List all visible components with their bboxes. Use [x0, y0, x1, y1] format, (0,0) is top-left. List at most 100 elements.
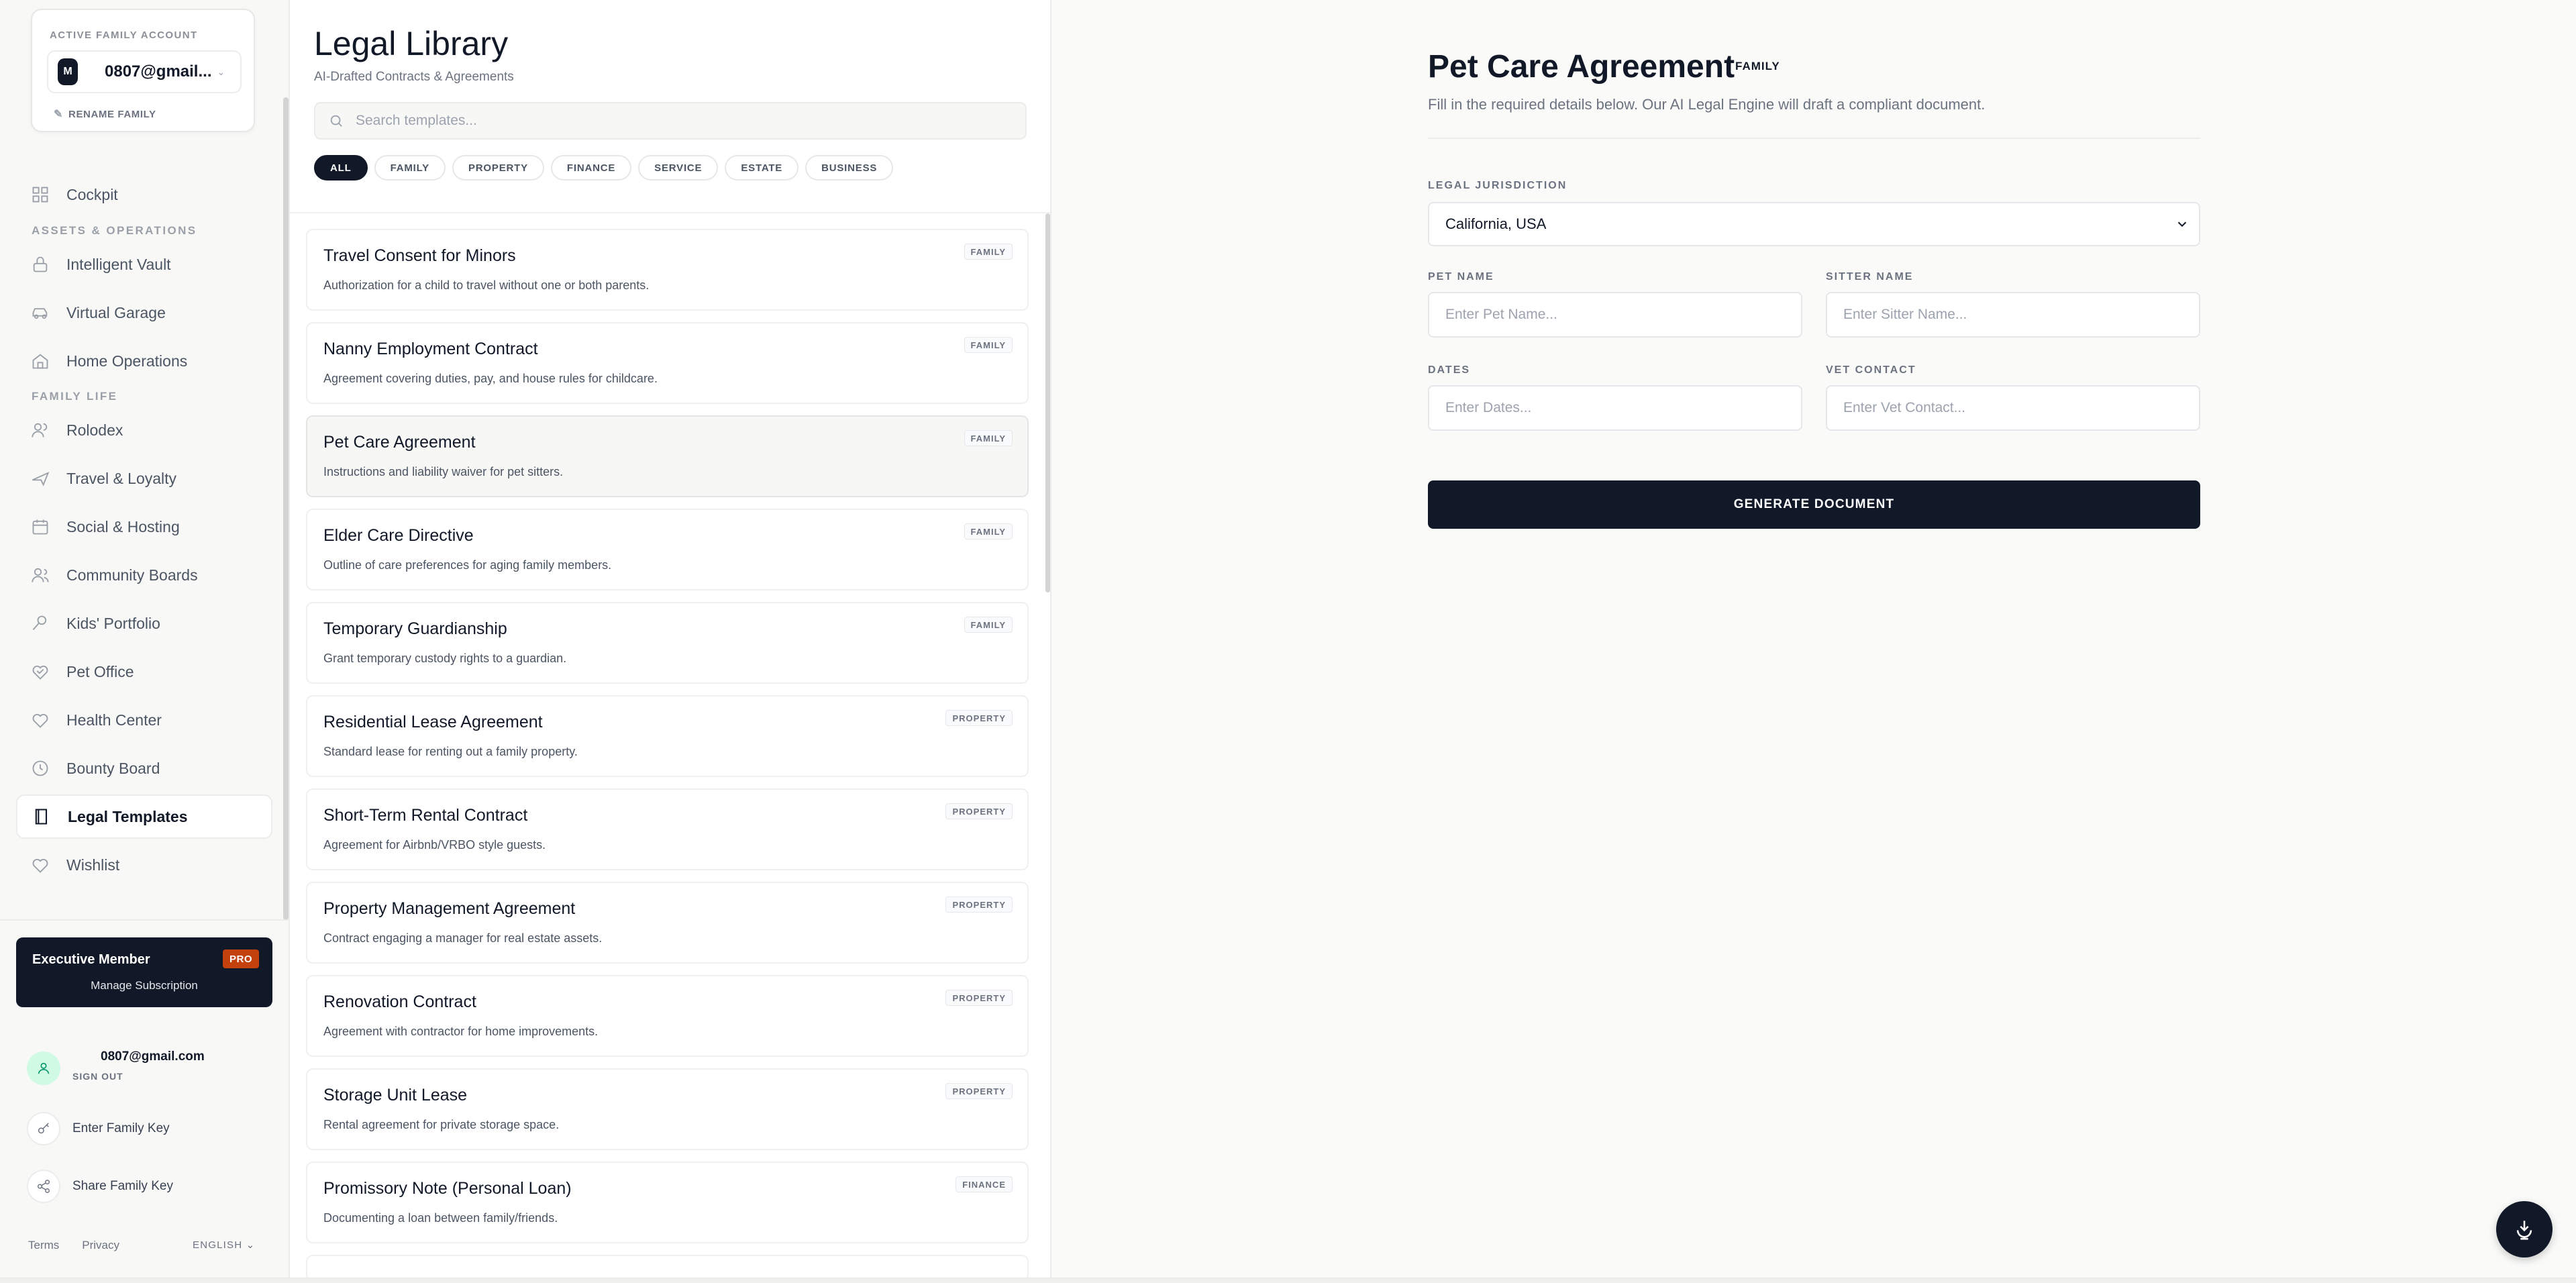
- template-description: Grant temporary custody rights to a guar…: [323, 652, 567, 665]
- nav-section-family: FAMILY LIFE: [32, 390, 118, 403]
- account-switcher[interactable]: M 0807@gmail... ⌄: [47, 50, 242, 93]
- user-avatar: [27, 1051, 60, 1085]
- car-icon: [31, 303, 50, 322]
- vet-contact-input[interactable]: [1826, 385, 2200, 431]
- library-scrollbar[interactable]: [1045, 213, 1050, 593]
- filter-estate[interactable]: ESTATE: [725, 155, 799, 181]
- pencil-icon: ✎: [54, 109, 64, 120]
- template-name: Nanny Employment Contract: [323, 340, 538, 358]
- membership-card[interactable]: Executive Member PRO Manage Subscription: [16, 937, 272, 1007]
- sidebar-item-garage[interactable]: Virtual Garage: [16, 291, 272, 335]
- sidebar-item-bounty[interactable]: Bounty Board: [16, 746, 272, 790]
- sidebar-item-pet[interactable]: Pet Office: [16, 650, 272, 694]
- language-selector[interactable]: ENGLISH ⌄: [193, 1239, 255, 1251]
- sidebar-item-social[interactable]: Social & Hosting: [16, 505, 272, 549]
- sign-out-button[interactable]: SIGN OUT: [72, 1071, 123, 1082]
- template-tag: FAMILY: [964, 523, 1013, 540]
- sidebar-item-label: Community Boards: [66, 566, 198, 584]
- account-label: ACTIVE FAMILY ACCOUNT: [50, 30, 198, 41]
- share-family-key-label: Share Family Key: [72, 1179, 173, 1193]
- sidebar-item-legal[interactable]: Legal Templates: [16, 794, 272, 839]
- template-tag: PROPERTY: [945, 1083, 1013, 1099]
- kids-icon: [31, 614, 50, 633]
- pet-name-input[interactable]: [1428, 292, 1802, 338]
- template-tag: PROPERTY: [945, 803, 1013, 819]
- filter-all[interactable]: ALL: [314, 155, 368, 181]
- filter-property[interactable]: PROPERTY: [452, 155, 544, 181]
- sidebar-item-wishlist[interactable]: Wishlist: [16, 843, 272, 887]
- filter-business[interactable]: BUSINESS: [805, 155, 894, 181]
- category-filters: ALL FAMILY PROPERTY FINANCE SERVICE ESTA…: [314, 155, 894, 181]
- library-title: Legal Library: [314, 25, 509, 62]
- form-title: Pet Care Agreement: [1428, 49, 1735, 85]
- privacy-link[interactable]: Privacy: [82, 1239, 119, 1252]
- plane-icon: [31, 469, 50, 488]
- template-tag: PROPERTY: [945, 990, 1013, 1006]
- filter-service[interactable]: SERVICE: [638, 155, 719, 181]
- filter-finance[interactable]: FINANCE: [550, 155, 632, 181]
- template-card[interactable]: Travel Consent for Minors Authorization …: [306, 229, 1029, 311]
- sidebar-item-community[interactable]: Community Boards: [16, 553, 272, 597]
- account-name: 0807@gmail...: [105, 62, 212, 81]
- generate-document-button[interactable]: GENERATE DOCUMENT: [1428, 480, 2200, 529]
- sidebar-item-vault[interactable]: Intelligent Vault: [16, 242, 272, 287]
- form-category-badge: FAMILY: [1735, 60, 1780, 72]
- template-description: Agreement for Airbnb/VRBO style guests.: [323, 838, 546, 852]
- template-card[interactable]: Storage Unit Lease Rental agreement for …: [306, 1068, 1029, 1150]
- language-label: ENGLISH: [193, 1239, 243, 1251]
- sitter-name-input[interactable]: [1826, 292, 2200, 338]
- template-tag: FAMILY: [964, 337, 1013, 353]
- sidebar: ACTIVE FAMILY ACCOUNT M 0807@gmail... ⌄ …: [0, 0, 290, 1283]
- voice-assistant-button[interactable]: [2496, 1201, 2553, 1258]
- jurisdiction-value: California, USA: [1445, 215, 1547, 232]
- terms-link[interactable]: Terms: [28, 1239, 59, 1252]
- search-box[interactable]: [314, 102, 1027, 140]
- sidebar-item-health[interactable]: Health Center: [16, 698, 272, 742]
- rename-family-label: RENAME FAMILY: [68, 108, 156, 120]
- template-name: Short-Term Rental Contract: [323, 806, 528, 825]
- template-card[interactable]: Elder Care Directive Outline of care pre…: [306, 509, 1029, 591]
- manage-subscription-link[interactable]: Manage Subscription: [16, 979, 272, 992]
- template-card[interactable]: Promissory Note (Personal Loan) Document…: [306, 1162, 1029, 1243]
- sidebar-scrollbar[interactable]: [283, 97, 289, 920]
- home-icon: [31, 352, 50, 370]
- paw-icon: [31, 662, 50, 681]
- jurisdiction-select[interactable]: California, USA: [1428, 202, 2200, 246]
- clock-icon: [31, 759, 50, 778]
- sidebar-item-rolodex[interactable]: Rolodex: [16, 408, 272, 452]
- share-family-key-button[interactable]: Share Family Key: [27, 1170, 173, 1203]
- template-name: Elder Care Directive: [323, 526, 474, 545]
- template-name: Storage Unit Lease: [323, 1086, 468, 1105]
- dates-input[interactable]: [1428, 385, 1802, 431]
- template-card[interactable]: Residential Lease Agreement Standard lea…: [306, 695, 1029, 777]
- key-icon: [27, 1112, 60, 1145]
- sidebar-item-label: Bounty Board: [66, 759, 160, 777]
- enter-family-key-label: Enter Family Key: [72, 1121, 170, 1135]
- chevron-down-icon: ⌄: [217, 66, 225, 77]
- book-icon: [32, 807, 51, 826]
- sidebar-item-travel[interactable]: Travel & Loyalty: [16, 456, 272, 501]
- filter-family[interactable]: FAMILY: [374, 155, 446, 181]
- enter-family-key-button[interactable]: Enter Family Key: [27, 1112, 170, 1145]
- sidebar-item-kids[interactable]: Kids' Portfolio: [16, 601, 272, 646]
- sidebar-item-home[interactable]: Home Operations: [16, 339, 272, 383]
- template-name: Temporary Guardianship: [323, 619, 507, 638]
- sidebar-item-label: Social & Hosting: [66, 517, 180, 535]
- template-card[interactable]: Nanny Employment Contract Agreement cove…: [306, 322, 1029, 404]
- template-card[interactable]: Short-Term Rental Contract Agreement for…: [306, 788, 1029, 870]
- rename-family-button[interactable]: ✎ RENAME FAMILY: [54, 107, 156, 121]
- heart-icon: [31, 711, 50, 729]
- template-description: Authorization for a child to travel with…: [323, 278, 650, 292]
- template-card[interactable]: Property Management Agreement Contract e…: [306, 882, 1029, 964]
- template-name: Pet Care Agreement: [323, 433, 476, 452]
- search-input[interactable]: [356, 113, 960, 129]
- document-form-panel: Pet Care Agreement FAMILY Fill in the re…: [1053, 0, 2576, 1283]
- template-card-selected[interactable]: Pet Care Agreement Instructions and liab…: [306, 415, 1029, 497]
- template-card[interactable]: Temporary Guardianship Grant temporary c…: [306, 602, 1029, 684]
- form-divider: [1428, 138, 2200, 139]
- grid-icon: [31, 185, 50, 204]
- sidebar-item-cockpit[interactable]: Cockpit: [16, 172, 272, 217]
- template-card[interactable]: Renovation Contract Agreement with contr…: [306, 975, 1029, 1057]
- template-description: Agreement covering duties, pay, and hous…: [323, 372, 658, 385]
- account-avatar: M: [58, 58, 78, 85]
